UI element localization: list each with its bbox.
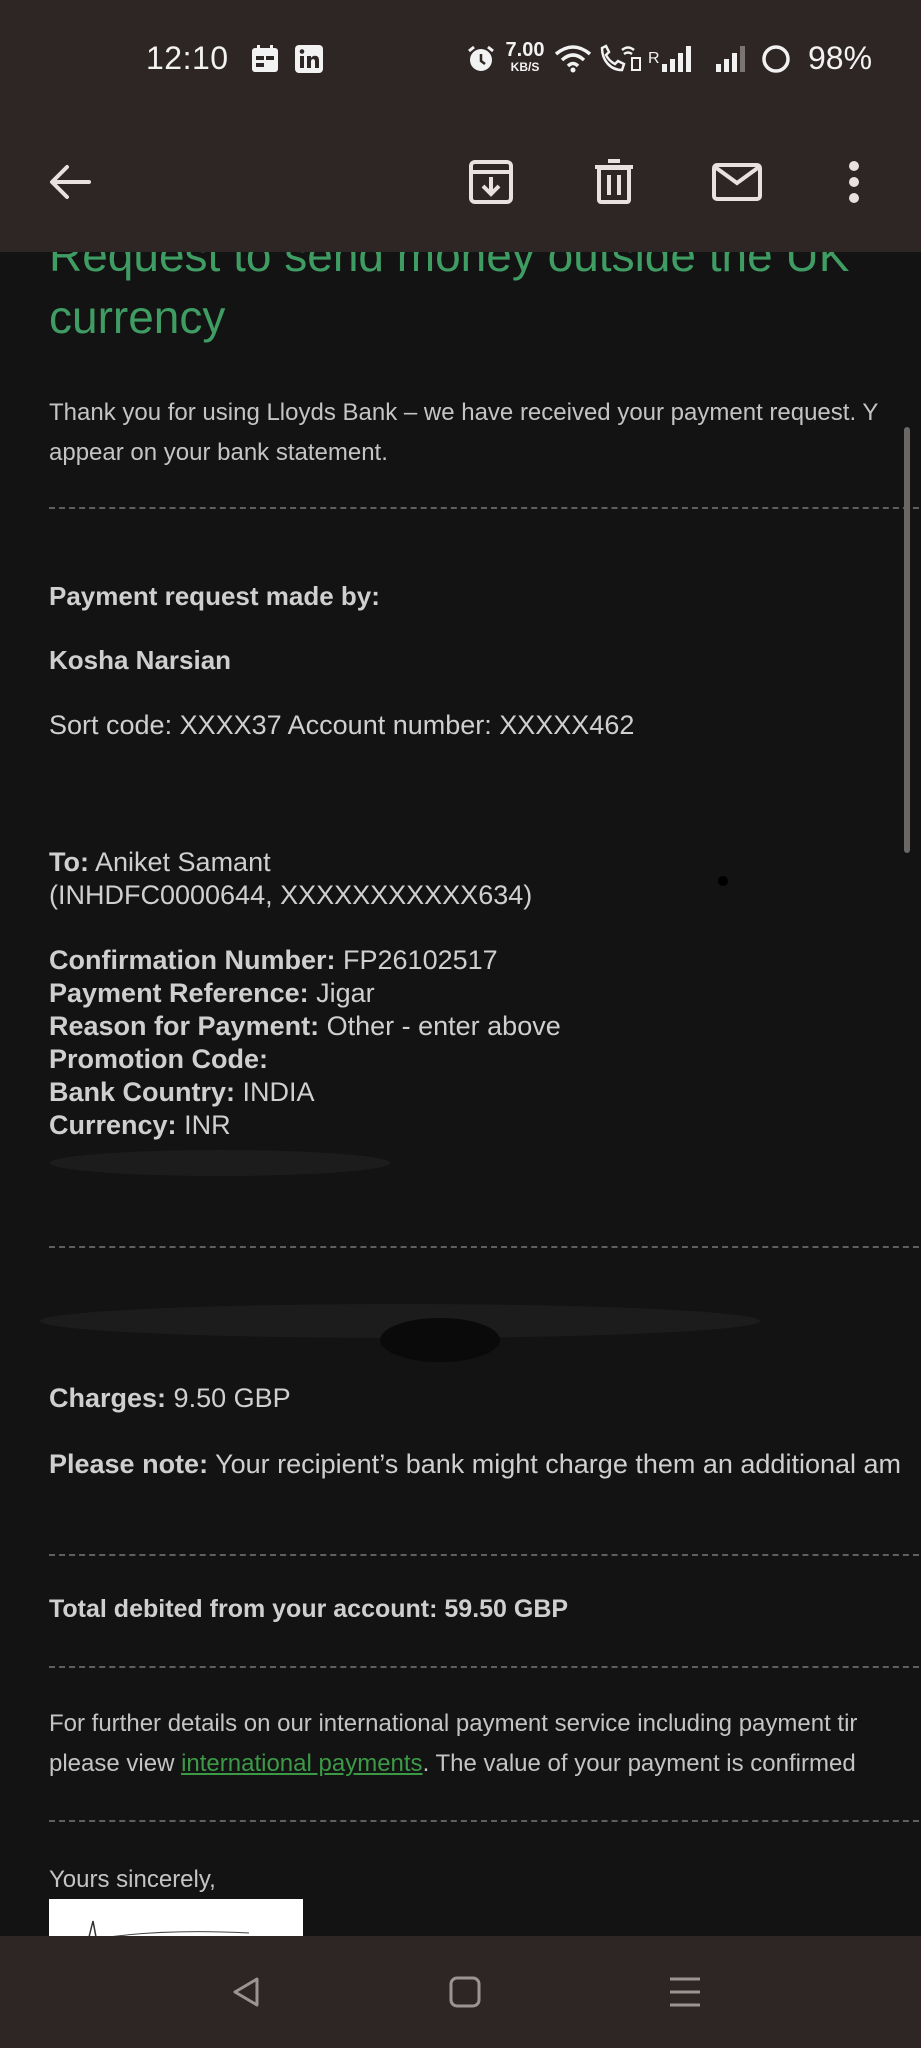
requester-heading: Payment request made by: bbox=[49, 581, 380, 611]
home-square-icon bbox=[449, 1976, 481, 2008]
divider bbox=[49, 1554, 921, 1556]
navigation-bar bbox=[0, 1936, 921, 2048]
detail-row: Confirmation Number: FP26102517 bbox=[49, 945, 498, 976]
wifi-icon bbox=[554, 44, 592, 79]
delete-button[interactable] bbox=[582, 150, 646, 214]
battery-percent: 98% bbox=[808, 40, 873, 76]
further-prefix: please view bbox=[49, 1750, 182, 1777]
further-details: For further details on our international… bbox=[49, 1704, 857, 1784]
wifi-calling-icon bbox=[598, 44, 642, 79]
detail-value: FP26102517 bbox=[343, 945, 498, 975]
sign-off: Yours sincerely, bbox=[49, 1866, 216, 1893]
nav-home-button[interactable] bbox=[435, 1970, 495, 2014]
signal-icon bbox=[662, 44, 750, 79]
divider bbox=[49, 1820, 921, 1822]
detail-label: Payment Reference: bbox=[49, 978, 309, 1008]
alarm-icon bbox=[466, 44, 496, 79]
email-title-line-1: Request to send money outside the UK bbox=[49, 252, 850, 281]
status-time: 12:10 bbox=[146, 40, 229, 76]
further-line-1: For further details on our international… bbox=[49, 1710, 858, 1737]
detail-row: Payment Reference: Jigar bbox=[49, 978, 375, 1009]
email-body[interactable]: Request to send money outside the UK cur… bbox=[0, 252, 921, 1936]
email-title-line-2: currency bbox=[49, 291, 226, 343]
note-value: Your recipient’s bank might charge them … bbox=[215, 1449, 901, 1479]
international-payments-link[interactable]: international payments bbox=[181, 1750, 422, 1777]
calendar-notification-icon bbox=[250, 44, 280, 79]
mark-unread-button[interactable] bbox=[705, 150, 769, 214]
more-options-button[interactable] bbox=[822, 150, 886, 214]
requester-name: Kosha Narsian bbox=[49, 645, 232, 675]
intro-line-2: appear on your bank statement. bbox=[49, 439, 388, 466]
battery-icon bbox=[760, 44, 792, 79]
charges-value: 9.50 GBP bbox=[173, 1383, 291, 1413]
divider bbox=[49, 1666, 921, 1668]
further-suffix: . The value of your payment is confirmed bbox=[422, 1750, 856, 1777]
back-button[interactable] bbox=[38, 150, 102, 214]
more-options-icon bbox=[849, 161, 859, 203]
divider bbox=[49, 507, 921, 509]
detail-value: INDIA bbox=[242, 1077, 315, 1107]
detail-value: INR bbox=[184, 1110, 231, 1140]
detail-row: Currency: INR bbox=[49, 1110, 231, 1141]
email-toolbar bbox=[0, 120, 921, 252]
stray-dot bbox=[718, 876, 728, 886]
detail-label: Confirmation Number: bbox=[49, 945, 336, 975]
nav-recents-button[interactable] bbox=[655, 1970, 715, 2014]
charges-row: Charges: 9.50 GBP bbox=[49, 1383, 291, 1414]
recipient-name: Aniket Samant bbox=[95, 847, 271, 877]
detail-row: Promotion Code: bbox=[49, 1044, 268, 1075]
recipient-detail: (INHDFC0000644, XXXXXXXXXXX634) bbox=[49, 880, 533, 910]
detail-value: Other - enter above bbox=[326, 1011, 561, 1041]
scrollbar[interactable] bbox=[904, 427, 910, 853]
back-triangle-icon bbox=[233, 1977, 259, 2007]
back-arrow-icon bbox=[50, 165, 91, 199]
detail-row: Bank Country: INDIA bbox=[49, 1077, 315, 1108]
redacted-area bbox=[380, 1318, 500, 1362]
further-line-2: please view international payments. The … bbox=[49, 1744, 857, 1784]
requester-account: Sort code: XXXX37 Account number: XXXXX4… bbox=[49, 710, 635, 740]
signature-image bbox=[49, 1899, 303, 1936]
note-row: Please note: Your recipient’s bank might… bbox=[49, 1449, 901, 1480]
recipient-line: To: Aniket Samant bbox=[49, 847, 271, 878]
linkedin-icon bbox=[294, 44, 324, 79]
nav-back-button[interactable] bbox=[216, 1970, 276, 2014]
detail-label: Currency: bbox=[49, 1110, 177, 1140]
intro-line-1: Thank you for using Lloyds Bank – we hav… bbox=[49, 399, 879, 426]
intro-text: Thank you for using Lloyds Bank – we hav… bbox=[49, 393, 878, 473]
delete-icon bbox=[595, 159, 633, 204]
network-speed: 7.00 KB/S bbox=[502, 40, 548, 73]
detail-label: Bank Country: bbox=[49, 1077, 236, 1107]
recents-menu-icon bbox=[670, 1977, 700, 2007]
email-title: Request to send money outside the UK cur… bbox=[49, 252, 849, 348]
divider bbox=[49, 1246, 921, 1248]
network-speed-value: 7.00 bbox=[505, 39, 545, 61]
note-label: Please note: bbox=[49, 1449, 209, 1479]
detail-label: Reason for Payment: bbox=[49, 1011, 320, 1041]
network-speed-unit: KB/S bbox=[510, 60, 540, 74]
redacted-area bbox=[50, 1150, 390, 1176]
detail-value: Jigar bbox=[316, 978, 375, 1008]
recipient-label: To: bbox=[49, 847, 89, 877]
status-bar: 12:10 7.00 KB/S R 98% bbox=[0, 0, 921, 120]
charges-label: Charges: bbox=[49, 1383, 167, 1413]
mark-unread-icon bbox=[712, 163, 762, 201]
total-debited: Total debited from your account: 59.50 G… bbox=[49, 1595, 569, 1623]
detail-row: Reason for Payment: Other - enter above bbox=[49, 1011, 561, 1042]
archive-icon bbox=[469, 160, 513, 204]
archive-button[interactable] bbox=[459, 150, 523, 214]
detail-label: Promotion Code: bbox=[49, 1044, 268, 1074]
roaming-indicator: R bbox=[648, 50, 660, 67]
